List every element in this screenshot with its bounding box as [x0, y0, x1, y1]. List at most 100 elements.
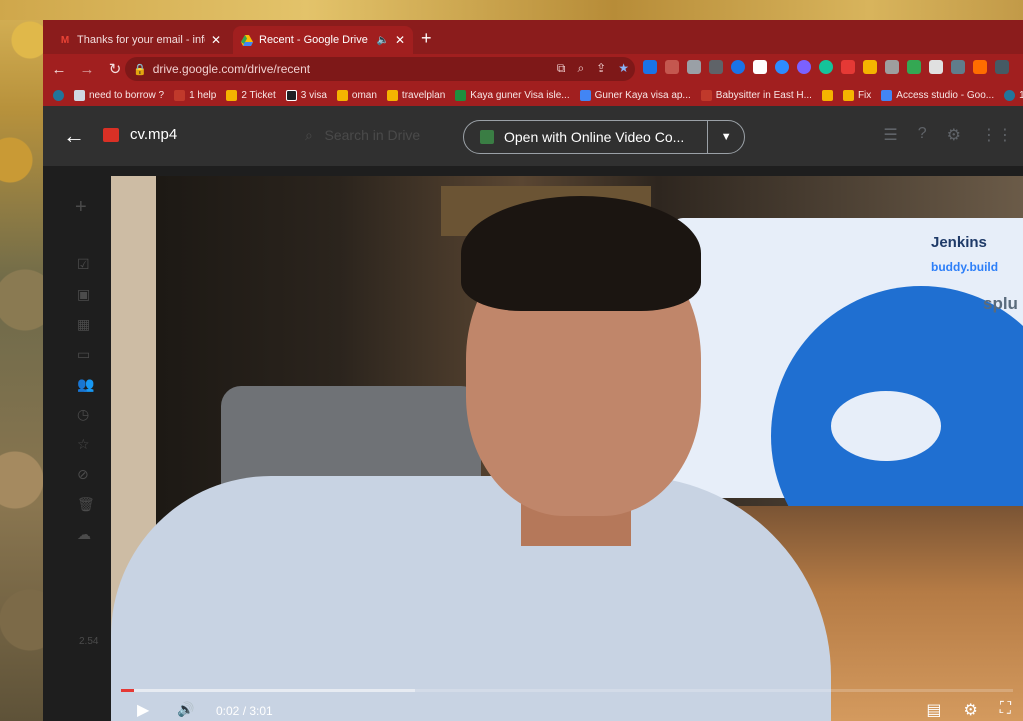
priority-icon[interactable]: ☑ [77, 256, 90, 273]
bookmark-item[interactable]: need to borrow ? [74, 89, 165, 101]
bookmark-item[interactable]: 1 help [174, 89, 217, 101]
bookmark-favicon [842, 89, 854, 101]
bookmark-favicon [821, 89, 833, 101]
bookmark-item[interactable]: travelplan [386, 89, 445, 101]
settings-icon[interactable]: ⚙ [963, 700, 977, 720]
chevron-down-icon[interactable]: ▼ [708, 131, 744, 143]
extension-icon[interactable] [709, 60, 723, 74]
extension-icon[interactable] [797, 60, 811, 74]
extension-icon[interactable] [643, 60, 657, 74]
bookmark-favicon [226, 89, 238, 101]
my-drive-icon[interactable]: ▣ [77, 286, 90, 303]
bookmark-item[interactable]: 3 visa [285, 89, 327, 101]
close-icon[interactable]: ✕ [211, 33, 221, 47]
video-player[interactable]: Jenkins buddy.build splu ▶ 🔊 0:02 / 3:01… [111, 176, 1023, 721]
extension-icon[interactable] [907, 60, 921, 74]
extension-icon[interactable] [775, 60, 789, 74]
bookmark-label: Access studio - Goo... [896, 89, 995, 101]
bookmark-label: 1 help [189, 89, 217, 101]
help-icon[interactable]: ? [918, 125, 927, 145]
browser-toolbar: ← → ↻ 🔒 drive.google.com/drive/recent ⧉ … [43, 54, 1023, 84]
extension-icon[interactable] [929, 60, 943, 74]
volume-icon[interactable]: 🔊 [177, 701, 194, 718]
extension-icon[interactable] [863, 60, 877, 74]
bookmark-star-icon[interactable]: ★ [618, 61, 629, 76]
bookmark-item[interactable]: Guner Kaya visa ap... [579, 89, 691, 101]
starred-icon[interactable]: ☆ [77, 436, 90, 453]
address-bar[interactable]: 🔒 drive.google.com/drive/recent ⧉ ⌕ ⇪ ★ [125, 57, 635, 81]
storage-icon[interactable]: ☁ [77, 526, 91, 543]
bookmark-item[interactable]: Kaya guner Visa isle... [455, 89, 570, 101]
forward-icon[interactable]: → [75, 61, 99, 78]
google-docs-icon [579, 89, 591, 101]
share-icon[interactable]: ⇪ [596, 61, 606, 76]
tab-gmail[interactable]: M Thanks for your email - info@pe ✕ [51, 26, 229, 54]
recent-icon[interactable]: ◷ [77, 406, 89, 423]
reload-icon[interactable]: ↻ [103, 60, 127, 78]
bookmark-item[interactable]: 10 [1004, 89, 1023, 101]
audio-playing-icon[interactable]: 🔈 [376, 35, 388, 46]
bookmark-label: Kaya guner Visa isle... [470, 89, 570, 101]
bookmark-item[interactable]: Fix [842, 89, 871, 101]
bookmark-item[interactable]: Babysitter in East H... [700, 89, 812, 101]
back-icon[interactable]: ← [47, 61, 71, 78]
open-with-main[interactable]: Open with Online Video Co... [464, 121, 709, 153]
close-icon[interactable]: ✕ [395, 33, 405, 47]
computers-icon[interactable]: ▭ [77, 346, 90, 363]
spam-icon[interactable]: ⊘ [77, 466, 89, 483]
gear-icon[interactable]: ⚙ [947, 125, 961, 145]
bookmark-item[interactable]: Access studio - Goo... [881, 89, 995, 101]
shared-icon[interactable]: 👥 [77, 376, 94, 393]
back-arrow-icon[interactable]: ← [63, 123, 85, 149]
lock-icon[interactable]: 🔒 [133, 63, 147, 76]
bookmarks-bar: need to borrow ? 1 help 2 Ticket 3 visa … [43, 84, 1023, 106]
extension-icon[interactable] [973, 60, 987, 74]
google-drive-icon [455, 89, 467, 101]
extension-icon[interactable] [819, 60, 833, 74]
tab-strip: M Thanks for your email - info@pe ✕ Rece… [43, 20, 1023, 54]
open-in-app-icon[interactable]: ⧉ [557, 61, 566, 76]
search-input[interactable]: ⌕ Search in Drive [305, 127, 420, 144]
wordpress-icon [53, 89, 64, 101]
bookmark-item[interactable]: 2 Ticket [226, 89, 276, 101]
filter-icon[interactable]: ☰ [883, 125, 897, 145]
play-icon[interactable]: ▶ [137, 700, 149, 720]
captions-icon[interactable]: ▤ [926, 700, 941, 720]
video-buffered-bar [121, 689, 416, 692]
video-played-bar [121, 689, 135, 692]
bookmark-item[interactable] [821, 89, 833, 101]
extension-icon[interactable] [885, 60, 899, 74]
search-placeholder: Search in Drive [324, 127, 421, 143]
trash-icon[interactable]: 🗑 [77, 496, 95, 513]
video-progress-bar[interactable] [121, 689, 1013, 692]
extension-icon[interactable] [731, 60, 745, 74]
online-video-converter-icon [480, 130, 494, 144]
bookmark-favicon [336, 89, 348, 101]
workspaces-icon[interactable]: ▦ [77, 316, 90, 333]
open-with-button[interactable]: Open with Online Video Co... ▼ [463, 120, 745, 154]
apps-grid-icon[interactable]: ⋮⋮ [981, 125, 1013, 145]
new-icon[interactable]: + [75, 196, 87, 219]
fullscreen-icon[interactable]: ⛶ [1000, 700, 1011, 720]
bookmark-label: 10 [1019, 89, 1023, 101]
monitor-label-jenkins: Jenkins [931, 234, 987, 251]
extension-icon[interactable] [665, 60, 679, 74]
video-time: 0:02 / 3:01 [216, 704, 273, 718]
extension-icon[interactable] [753, 60, 767, 74]
video-right-controls: ▤ ⚙ ⛶ [926, 700, 1011, 720]
extension-icon[interactable] [951, 60, 965, 74]
extensions-row [643, 60, 1009, 74]
bookmark-label: Guner Kaya visa ap... [594, 89, 691, 101]
search-icon: ⌕ [305, 127, 313, 143]
extension-icon[interactable] [841, 60, 855, 74]
bookmark-item[interactable]: oman [336, 89, 377, 101]
new-tab-button[interactable]: + [421, 28, 432, 49]
bookmark-label: need to borrow ? [89, 89, 165, 101]
extension-icon[interactable] [995, 60, 1009, 74]
bookmark-label: 3 visa [300, 89, 327, 101]
bookmark-favicon [285, 89, 297, 101]
zoom-icon[interactable]: ⌕ [577, 61, 584, 76]
tab-google-drive[interactable]: Recent - Google Drive 🔈 ✕ [233, 26, 413, 54]
bookmark-item[interactable] [53, 89, 64, 101]
extension-icon[interactable] [687, 60, 701, 74]
